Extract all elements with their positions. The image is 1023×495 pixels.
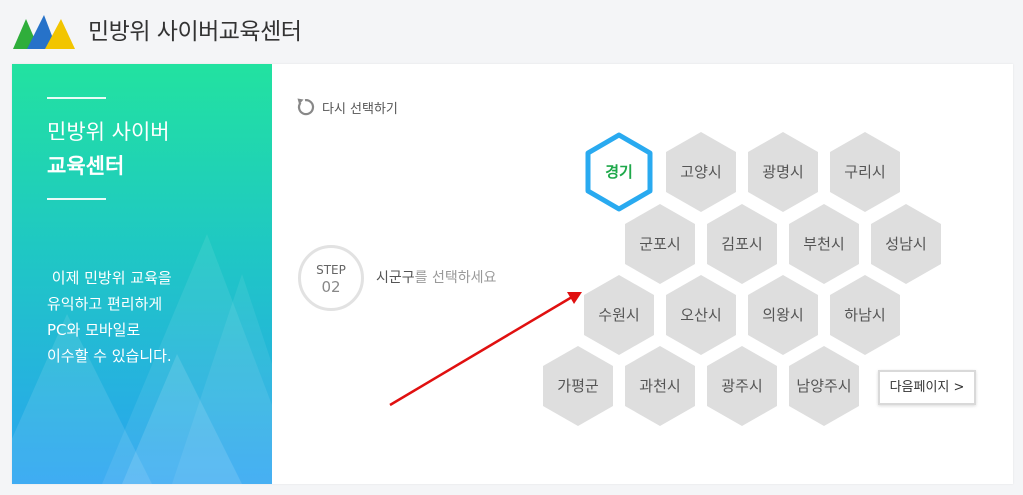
sidebar-description-line: 이수할 수 있습니다. (47, 347, 172, 365)
region-hex[interactable]: 구리시 (830, 132, 900, 212)
region-hex[interactable]: 광주시 (707, 346, 777, 426)
region-hex[interactable]: 의왕시 (748, 275, 818, 355)
region-hex[interactable]: 수원시 (584, 275, 654, 355)
sidebar-title-line1: 민방위 사이버 (47, 120, 170, 144)
region-hex[interactable]: 남양주시 (789, 346, 859, 426)
divider-line (47, 97, 106, 99)
step-instruction-rest: 를 선택하세요 (414, 270, 497, 286)
region-hex[interactable]: 경기 (584, 132, 654, 212)
logo-icon[interactable] (13, 11, 75, 51)
region-label: 광주시 (721, 377, 763, 395)
region-label: 수원시 (598, 306, 640, 324)
region-label: 고양시 (680, 163, 722, 181)
header: 민방위 사이버교육센터 (0, 0, 1023, 58)
refresh-icon (297, 98, 315, 116)
step-number: 02 (321, 278, 341, 296)
sidebar-title-line2: 교육센터 (47, 154, 125, 178)
region-hex[interactable]: 고양시 (666, 132, 736, 212)
region-label: 김포시 (721, 235, 763, 253)
region-label: 성남시 (885, 235, 927, 253)
next-page-button[interactable]: 다음페이지 > (878, 370, 976, 405)
region-hex[interactable]: 가평군 (543, 346, 613, 426)
region-label: 광명시 (762, 163, 804, 181)
region-label: 하남시 (844, 306, 886, 324)
region-label: 부천시 (803, 235, 845, 253)
step-indicator: STEP 02 (298, 245, 364, 311)
region-label: 과천시 (639, 377, 681, 395)
region-label: 가평군 (557, 377, 599, 395)
reset-selection-label: 다시 선택하기 (322, 101, 398, 117)
region-label: 경기 (605, 163, 633, 181)
region-hex[interactable]: 하남시 (830, 275, 900, 355)
region-hex[interactable]: 김포시 (707, 204, 777, 284)
region-hex[interactable]: 부천시 (789, 204, 859, 284)
region-label: 오산시 (680, 306, 722, 324)
divider-line (47, 198, 106, 200)
sidebar-description: 이제 민방위 교육을 유익하고 편리하게 PC와 모바일로 이수할 수 있습니다… (47, 265, 257, 369)
step-label: STEP (316, 263, 346, 277)
region-hex[interactable]: 오산시 (666, 275, 736, 355)
region-hex[interactable]: 과천시 (625, 346, 695, 426)
site-title[interactable]: 민방위 사이버교육센터 (88, 12, 302, 46)
region-label: 의왕시 (762, 306, 804, 324)
region-hex[interactable]: 성남시 (871, 204, 941, 284)
reset-selection-button[interactable]: 다시 선택하기 (294, 96, 398, 118)
step-instruction-highlight: 시군구 (376, 270, 415, 286)
step-instruction: 시군구를 선택하세요 (376, 267, 496, 287)
region-label: 군포시 (639, 235, 681, 253)
region-hex[interactable]: 광명시 (748, 132, 818, 212)
sidebar: 민방위 사이버 교육센터 이제 민방위 교육을 유익하고 편리하게 PC와 모바… (12, 64, 272, 484)
sidebar-description-line: 유익하고 편리하게 (47, 295, 163, 313)
sidebar-description-line: PC와 모바일로 (47, 321, 141, 339)
region-label: 구리시 (844, 163, 886, 181)
sidebar-description-line: 이제 민방위 교육을 (47, 269, 172, 287)
region-hex[interactable]: 군포시 (625, 204, 695, 284)
region-label: 남양주시 (796, 377, 852, 395)
main-panel: 민방위 사이버 교육센터 이제 민방위 교육을 유익하고 편리하게 PC와 모바… (12, 64, 1013, 484)
